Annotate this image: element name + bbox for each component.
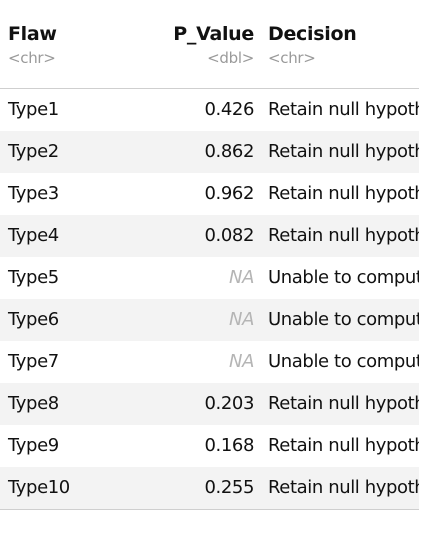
cell-p-value: 0.962 <box>204 183 254 204</box>
cell-p-value: 0.255 <box>150 466 254 510</box>
cell-decision: Retain null hypothesis <box>254 382 419 425</box>
cell-p-value: NA <box>229 351 254 372</box>
column-header-flaw: Flaw <chr> <box>0 0 150 89</box>
cell-flaw: Type4 <box>0 214 150 257</box>
cell-p-value: 0.426 <box>204 99 254 120</box>
column-header-decision: Decision <chr> <box>254 0 419 89</box>
cell-decision: Unable to compute <box>254 298 419 341</box>
column-name-decision: Decision <box>268 23 357 45</box>
cell-decision: Retain null hypothesis <box>268 183 419 204</box>
table-row: Type100.255Retain null hypothesis <box>0 466 419 510</box>
cell-p-value: 0.082 <box>150 214 254 257</box>
table-header: Flaw <chr> P_Value <dbl> Decision <chr> <box>0 0 419 89</box>
table-row: Type9 0.168 Retain null hypothesis <box>0 425 419 467</box>
cell-p-value: 0.168 <box>204 435 254 456</box>
cell-decision: Unable to compute <box>268 267 419 288</box>
data-table-container: Flaw <chr> P_Value <dbl> Decision <chr> … <box>0 0 429 540</box>
cell-flaw: Type7 <box>8 351 59 372</box>
cell-flaw: Type6 <box>0 298 150 341</box>
column-header-p-value: P_Value <dbl> <box>150 0 254 89</box>
cell-decision: Retain null hypothesis <box>254 214 419 257</box>
table-row: Type7 NA Unable to compute <box>0 341 419 383</box>
column-name-flaw: Flaw <box>8 23 57 45</box>
cell-flaw: Type3 <box>8 183 59 204</box>
cell-p-value: 0.862 <box>150 130 254 173</box>
cell-flaw: Type1 <box>8 99 59 120</box>
cell-p-value: 0.203 <box>150 382 254 425</box>
column-name-p-value: P_Value <box>173 23 254 45</box>
cell-decision: Retain null hypothesis <box>268 99 419 120</box>
cell-flaw: Type5 <box>8 267 59 288</box>
table-row: Type3 0.962 Retain null hypothesis <box>0 173 419 215</box>
column-type-flaw: <chr> <box>8 49 56 67</box>
cell-p-value: NA <box>150 298 254 341</box>
table-row: Type40.082Retain null hypothesis <box>0 214 419 257</box>
cell-decision: Retain null hypothesis <box>254 466 419 510</box>
cell-decision: Retain null hypothesis <box>254 130 419 173</box>
cell-flaw: Type10 <box>0 466 150 510</box>
data-table: Flaw <chr> P_Value <dbl> Decision <chr> … <box>0 0 419 510</box>
column-type-p-value: <dbl> <box>207 49 254 67</box>
table-row: Type20.862Retain null hypothesis <box>0 130 419 173</box>
cell-decision: Unable to compute <box>268 351 419 372</box>
table-body: Type10.426Retain null hypothesisType20.8… <box>0 88 419 510</box>
cell-flaw: Type9 <box>8 435 59 456</box>
table-row: Type80.203Retain null hypothesis <box>0 382 419 425</box>
cell-flaw: Type2 <box>0 130 150 173</box>
table-row: Type1 0.426 Retain null hypothesis <box>0 88 419 131</box>
column-type-decision: <chr> <box>268 49 316 67</box>
table-row: Type6 NA Unable to compute <box>0 298 419 341</box>
table-row: Type5 NA Unable to compute <box>0 257 419 299</box>
cell-decision: Retain null hypothesis <box>268 435 419 456</box>
header-row: Flaw <chr> P_Value <dbl> Decision <chr> <box>0 0 419 89</box>
cell-p-value: NA <box>229 267 254 288</box>
cell-flaw: Type8 <box>0 382 150 425</box>
